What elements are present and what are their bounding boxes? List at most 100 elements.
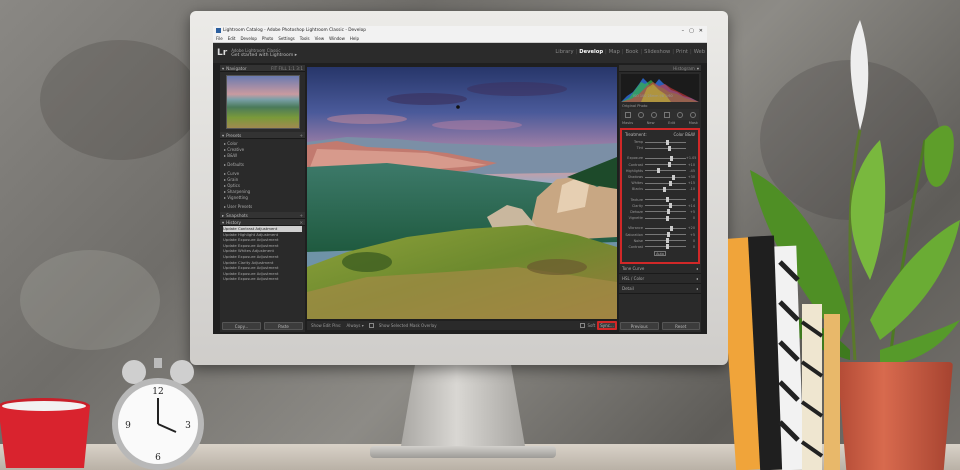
slider-track[interactable] — [645, 203, 686, 209]
module-slideshow[interactable]: Slideshow — [644, 49, 670, 55]
slider-knob[interactable] — [667, 145, 671, 151]
slider-track[interactable] — [645, 244, 686, 250]
snapshots-header[interactable]: ▸ Snapshots + — [220, 212, 305, 219]
more-tools-icon[interactable] — [689, 111, 696, 118]
heal-icon[interactable] — [637, 111, 644, 118]
slider-knob[interactable] — [665, 139, 669, 145]
menu-edit[interactable]: Edit — [228, 36, 236, 41]
mask-row-item[interactable]: Masks — [622, 121, 633, 125]
navigator-header[interactable]: ▾ Navigator FIT FILL 1:1 3:1 — [220, 65, 305, 72]
slider-track[interactable] — [645, 139, 686, 145]
slider-track[interactable] — [645, 168, 686, 174]
navigator-preview[interactable] — [225, 75, 300, 129]
add-preset-icon[interactable]: + — [299, 133, 303, 138]
auto-tone-button[interactable]: Auto — [654, 251, 666, 256]
mask-row-item[interactable]: Edit — [668, 121, 675, 125]
history-item[interactable]: Update Exposure Adjustment — [223, 276, 302, 282]
hsl-header[interactable]: HSL / Color ◂ — [619, 274, 701, 284]
slider-track[interactable] — [645, 174, 686, 180]
slider-track[interactable] — [645, 215, 686, 221]
clear-history-icon[interactable]: ✕ — [299, 220, 303, 225]
slider-track[interactable] — [645, 238, 686, 244]
tone-curve-header[interactable]: Tone Curve ◂ — [619, 264, 701, 274]
slider-knob[interactable] — [666, 232, 670, 238]
slider-knob[interactable] — [669, 225, 673, 231]
slider-track[interactable] — [645, 197, 686, 203]
slider-value[interactable]: +5 — [686, 233, 695, 237]
menu-window[interactable]: Window — [329, 36, 345, 41]
slider-track[interactable] — [645, 162, 686, 168]
slider-contrast[interactable]: Contrast 0 — [625, 244, 695, 250]
reset-button[interactable]: Reset — [661, 322, 700, 330]
menu-tools[interactable]: Tools — [300, 36, 310, 41]
slider-knob[interactable] — [657, 168, 661, 174]
slider-track[interactable] — [645, 209, 686, 215]
treatment-options[interactable]: Color B&W — [673, 132, 695, 137]
menu-file[interactable]: File — [216, 36, 223, 41]
slider-track[interactable] — [645, 145, 686, 151]
sync-button[interactable]: Sync... — [597, 321, 617, 330]
slider-value[interactable]: 0 — [686, 239, 695, 243]
slider-value[interactable]: 0 — [686, 216, 695, 220]
slider-knob[interactable] — [672, 174, 676, 180]
maximize-icon[interactable]: ▢ — [689, 28, 694, 34]
slider-knob[interactable] — [663, 186, 667, 192]
module-library[interactable]: Library — [555, 49, 573, 55]
slider-value[interactable]: -45 — [686, 169, 695, 173]
slider-knob[interactable] — [668, 203, 672, 209]
mask-row-item[interactable]: New — [647, 121, 655, 125]
slider-value[interactable]: 0 — [686, 245, 695, 249]
slider-value[interactable]: +1.05 — [686, 156, 696, 160]
crop-icon[interactable] — [624, 111, 631, 118]
copy-button[interactable]: Copy... — [222, 322, 261, 330]
slider-value[interactable]: +20 — [686, 226, 695, 230]
slider-track[interactable] — [645, 180, 686, 186]
zoom-options[interactable]: FIT FILL 1:1 3:1 — [271, 66, 303, 71]
slider-knob[interactable] — [666, 209, 670, 215]
menu-view[interactable]: View — [315, 36, 325, 41]
mask-row-item[interactable]: Mask — [689, 121, 698, 125]
module-develop[interactable]: Develop — [579, 49, 603, 55]
slider-track[interactable] — [645, 155, 686, 161]
radial-icon[interactable] — [676, 111, 683, 118]
slider-knob[interactable] — [665, 215, 669, 221]
redeye-icon[interactable] — [650, 111, 657, 118]
soft-proofing-checkbox[interactable] — [580, 323, 586, 328]
slider-knob[interactable] — [668, 180, 672, 186]
paste-button[interactable]: Paste — [264, 322, 303, 330]
module-print[interactable]: Print — [676, 49, 688, 55]
minimize-icon[interactable]: – — [682, 28, 685, 34]
edit-pins-dropdown[interactable]: Always ▾ — [346, 323, 363, 328]
get-started-link[interactable]: Get started with Lightroom ▸ — [231, 53, 297, 58]
slider-value[interactable]: +5 — [686, 210, 695, 214]
user-presets[interactable]: ▸ User Presets — [224, 204, 301, 210]
menu-settings[interactable]: Settings — [278, 36, 294, 41]
slider-knob[interactable] — [665, 197, 669, 203]
slider-knob[interactable] — [665, 238, 669, 244]
previous-button[interactable]: Previous — [620, 322, 659, 330]
photo-canvas[interactable] — [307, 67, 617, 319]
slider-value[interactable]: +14 — [686, 204, 695, 208]
detail-header[interactable]: Detail ◂ — [619, 284, 701, 294]
add-snapshot-icon[interactable]: + — [299, 213, 303, 218]
slider-knob[interactable] — [670, 155, 674, 161]
slider-knob[interactable] — [667, 162, 671, 168]
module-web[interactable]: Web — [694, 49, 705, 55]
histogram-header[interactable]: Histogram ▾ — [619, 65, 701, 72]
close-icon[interactable]: ✕ — [699, 28, 703, 34]
slider-knob[interactable] — [665, 244, 669, 250]
presets-header[interactable]: ▾ Presets + — [220, 132, 305, 139]
module-map[interactable]: Map — [609, 49, 620, 55]
slider-track[interactable] — [645, 225, 686, 231]
history-header[interactable]: ▾ History ✕ — [220, 219, 305, 226]
menu-develop[interactable]: Develop — [240, 36, 256, 41]
module-book[interactable]: Book — [626, 49, 639, 55]
menu-help[interactable]: Help — [350, 36, 359, 41]
slider-value[interactable]: +10 — [686, 163, 695, 167]
masking-icon[interactable] — [663, 111, 670, 118]
histogram[interactable]: ISO 100 28mm f/8 1/60 — [621, 74, 699, 102]
menu-photo[interactable]: Photo — [262, 36, 273, 41]
slider-value[interactable]: +30 — [686, 175, 695, 179]
slider-value[interactable]: -10 — [686, 187, 695, 191]
slider-track[interactable] — [645, 186, 686, 192]
